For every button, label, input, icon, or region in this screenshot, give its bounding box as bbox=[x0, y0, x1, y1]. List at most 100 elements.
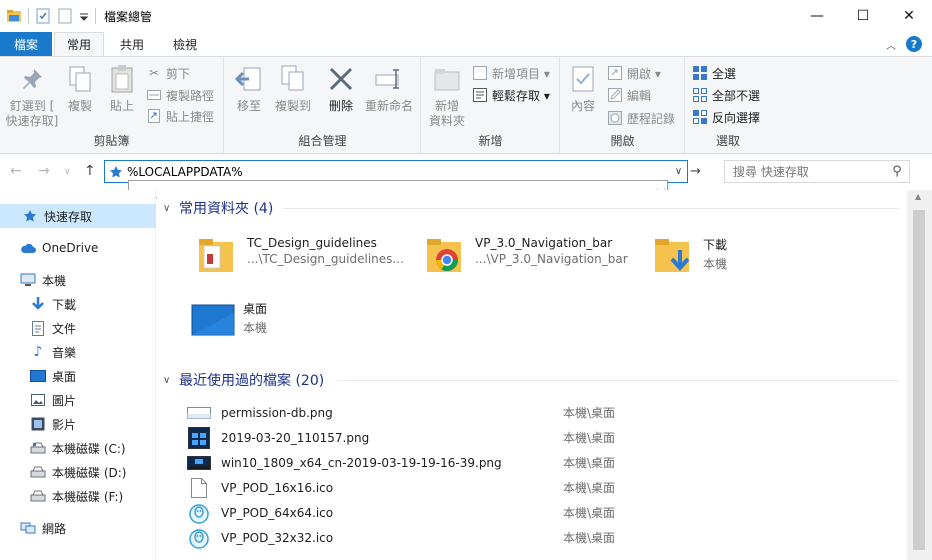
properties-button[interactable]: 內容 bbox=[565, 63, 601, 114]
properties-qa-icon[interactable] bbox=[35, 8, 51, 24]
paste-button[interactable]: 貼上 bbox=[104, 63, 140, 114]
address-dropdown-icon[interactable]: ∨ bbox=[669, 161, 687, 182]
frequent-folder-tile[interactable]: 桌面 本機 bbox=[191, 298, 267, 342]
recent-file-row[interactable]: VP_POD_16x16.ico 本機\桌面 bbox=[187, 475, 887, 500]
nav-item-pictures[interactable]: 圖片 bbox=[0, 388, 156, 412]
nav-item-music[interactable]: ♪ 音樂 bbox=[0, 340, 156, 364]
folder-app-icon[interactable] bbox=[6, 8, 22, 24]
search-box[interactable]: ⚲ bbox=[724, 160, 910, 183]
edit-label: 編輯 bbox=[627, 88, 652, 103]
frequent-folders-header[interactable]: ∨ 常用資料夾 (4) bbox=[163, 198, 273, 218]
recent-file-row[interactable]: VP_POD_64x64.ico 本機\桌面 bbox=[187, 500, 887, 525]
nav-item-documents[interactable]: 文件 bbox=[0, 316, 156, 340]
nav-item-videos[interactable]: 影片 bbox=[0, 412, 156, 436]
tab-home[interactable]: 常用 bbox=[54, 32, 104, 56]
delete-button[interactable]: 刪除 bbox=[323, 63, 359, 114]
collapse-chevron-icon[interactable]: ∨ bbox=[163, 375, 173, 386]
copy-to-button[interactable]: 複製到 bbox=[273, 63, 313, 114]
search-input[interactable] bbox=[733, 164, 885, 179]
folder-name: 桌面 bbox=[243, 302, 268, 316]
edit-button[interactable]: 編輯 bbox=[607, 85, 651, 105]
collapse-ribbon-icon[interactable]: ︿ bbox=[886, 37, 896, 52]
open-group: 內容 開啟 ▾ 編輯 歷程記錄 開啟 bbox=[561, 57, 685, 153]
properties-icon bbox=[567, 63, 599, 95]
scroll-up-arrow-icon[interactable]: ▲ bbox=[915, 192, 921, 201]
nav-label: 快速存取 bbox=[44, 209, 93, 224]
paste-shortcut-button[interactable]: 貼上捷徑 bbox=[146, 106, 214, 126]
folder-path: 本機 bbox=[703, 257, 728, 271]
nav-item-network[interactable]: 網路 bbox=[0, 516, 156, 540]
frequent-folder-tile[interactable]: VP_3.0_Navigation_bar ...\VP_3.0_Navigat… bbox=[423, 234, 628, 278]
go-arrow-icon[interactable]: → bbox=[690, 164, 701, 179]
customize-qa-dropdown-icon[interactable] bbox=[79, 8, 89, 24]
help-icon[interactable]: ? bbox=[906, 36, 922, 52]
pin-to-quick-access-button[interactable]: 釘選到 [ 快速存取] bbox=[4, 63, 60, 129]
frequent-folder-tile[interactable]: TC_Design_guidelines ...\TC_Design_guide… bbox=[195, 234, 404, 278]
recent-file-row[interactable]: permission-db.png 本機\桌面 bbox=[187, 400, 887, 425]
move-to-button[interactable]: 移至 bbox=[231, 63, 267, 114]
move-to-icon bbox=[233, 63, 265, 95]
vertical-scrollbar[interactable]: ▲ bbox=[907, 190, 932, 560]
drive-icon bbox=[30, 488, 46, 504]
recent-file-row[interactable]: 2019-03-20_110157.png 本機\桌面 bbox=[187, 425, 887, 450]
recent-files-header[interactable]: ∨ 最近使用過的檔案 (20) bbox=[163, 370, 324, 390]
nav-item-desktop[interactable]: 桌面 bbox=[0, 364, 156, 388]
nav-item-onedrive[interactable]: OneDrive bbox=[0, 236, 156, 260]
address-input[interactable] bbox=[127, 161, 669, 182]
file-location: 本機\桌面 bbox=[563, 456, 616, 470]
maximize-button[interactable]: ☐ bbox=[840, 0, 886, 32]
new-item-button[interactable]: 新增項目 ▾ bbox=[472, 63, 550, 83]
recent-file-row[interactable]: VP_POD_32x32.ico 本機\桌面 bbox=[187, 525, 887, 550]
copy-button[interactable]: 複製 bbox=[62, 63, 98, 114]
select-group: 全選 全部不選 反向選擇 選取 bbox=[686, 57, 770, 153]
nav-item-quick-access[interactable]: 快速存取 bbox=[0, 204, 156, 228]
nav-item-drive-f[interactable]: 本機磁碟 (F:) bbox=[0, 484, 156, 508]
star-icon bbox=[22, 208, 38, 224]
easy-access-label: 輕鬆存取 ▾ bbox=[492, 88, 550, 103]
tab-view[interactable]: 檢視 bbox=[160, 32, 210, 56]
copy-path-button[interactable]: 複製路徑 bbox=[146, 85, 214, 105]
nav-item-this-pc[interactable]: 本機 bbox=[0, 268, 156, 292]
select-none-label: 全部不選 bbox=[712, 88, 761, 103]
new-group: 新增 資料夾 新增項目 ▾ 輕鬆存取 ▾ 新增 bbox=[422, 57, 560, 153]
recent-file-row[interactable]: win10_1809_x64_cn-2019-03-19-19-16-39.pn… bbox=[187, 450, 887, 475]
recent-locations-chevron-icon[interactable]: ∨ bbox=[64, 167, 71, 177]
up-arrow-icon[interactable]: ↑ bbox=[84, 163, 96, 179]
copy-to-icon bbox=[277, 63, 309, 95]
nav-item-downloads[interactable]: 下載 bbox=[0, 292, 156, 316]
invert-selection-button[interactable]: 反向選擇 bbox=[692, 107, 760, 127]
back-arrow-icon[interactable]: ← bbox=[10, 163, 22, 179]
cut-button[interactable]: ✂ 剪下 bbox=[146, 63, 190, 83]
minimize-button[interactable]: — bbox=[794, 0, 840, 32]
title-bar: 檔案總管 — ☐ ✕ bbox=[0, 0, 932, 32]
nav-item-drive-c[interactable]: 本機磁碟 (C:) bbox=[0, 436, 156, 460]
open-button[interactable]: 開啟 ▾ bbox=[607, 63, 661, 83]
nav-label: 本機磁碟 (C:) bbox=[52, 441, 126, 456]
music-icon: ♪ bbox=[33, 344, 43, 360]
new-folder-button[interactable]: 新增 資料夾 bbox=[426, 63, 468, 129]
drive-icon bbox=[30, 464, 46, 480]
collapse-chevron-icon[interactable]: ∨ bbox=[163, 203, 173, 214]
nav-item-drive-d[interactable]: 本機磁碟 (D:) bbox=[0, 460, 156, 484]
search-icon[interactable]: ⚲ bbox=[885, 164, 909, 179]
history-button[interactable]: 歷程記錄 bbox=[607, 108, 675, 128]
nav-label: 本機 bbox=[42, 273, 67, 288]
navigation-pane: 快速存取 OneDrive 本機 下載 文件 ♪ 音樂 桌面 圖片 影片 本機磁… bbox=[0, 190, 156, 560]
open-group-label: 開啟 bbox=[610, 134, 635, 148]
forward-arrow-icon[interactable]: → bbox=[38, 163, 50, 179]
rename-icon bbox=[373, 63, 405, 95]
rename-button[interactable]: 重新命名 bbox=[363, 63, 415, 114]
tab-file[interactable]: 檔案 bbox=[0, 32, 52, 56]
scissors-icon: ✂ bbox=[148, 66, 160, 80]
tab-share[interactable]: 共用 bbox=[108, 32, 156, 56]
select-none-button[interactable]: 全部不選 bbox=[692, 85, 760, 105]
cloud-icon bbox=[20, 240, 36, 256]
frequent-folder-tile[interactable]: 下載 本機 bbox=[651, 234, 727, 278]
file-name: win10_1809_x64_cn-2019-03-19-19-16-39.pn… bbox=[221, 455, 502, 470]
scrollbar-thumb[interactable] bbox=[913, 210, 925, 550]
select-all-button[interactable]: 全選 bbox=[692, 63, 736, 83]
folder-path: ...\TC_Design_guidelines... bbox=[247, 252, 404, 266]
easy-access-button[interactable]: 輕鬆存取 ▾ bbox=[472, 85, 550, 105]
new-folder-qa-icon[interactable] bbox=[57, 8, 73, 24]
close-button[interactable]: ✕ bbox=[886, 0, 932, 32]
